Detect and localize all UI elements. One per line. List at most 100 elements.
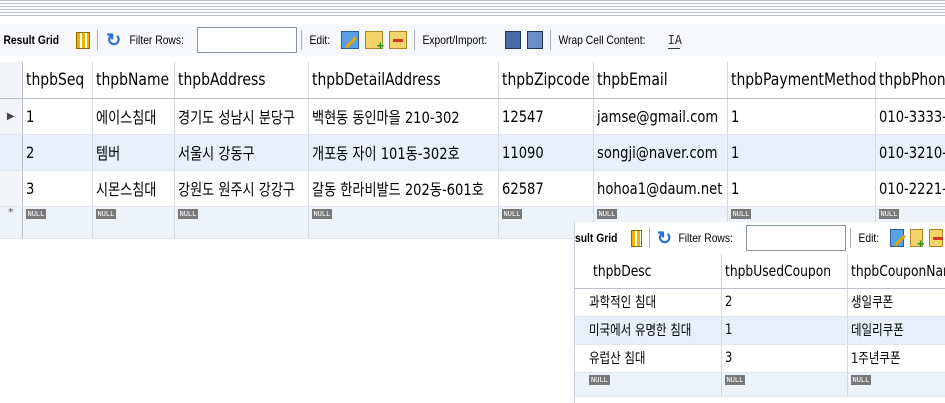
null-badge: NULL: [589, 374, 610, 385]
edit-label: Edit:: [858, 231, 880, 245]
table-cell[interactable]: NULL: [721, 372, 848, 397]
table-cell[interactable]: 010-3210-: [875, 134, 945, 171]
table-cell[interactable]: 강원도 원주시 강강구: [174, 170, 309, 207]
add-row-icon[interactable]: [909, 229, 924, 251]
column-header[interactable]: thpbEmail: [593, 62, 728, 99]
table-cell[interactable]: 서울시 강동구: [174, 134, 309, 171]
secondary-result-grid-table: thpbDesc thpbUsedCoupon thpbCouponName 과…: [575, 254, 945, 397]
toolbar-separator: [850, 228, 851, 248]
table-cell[interactable]: 템버: [92, 134, 175, 171]
table-cell[interactable]: 갈동 한라비발드 202동-601호: [308, 170, 499, 207]
table-cell[interactable]: 과학적인 침대: [575, 288, 722, 317]
row-indicator[interactable]: [0, 134, 23, 171]
column-header[interactable]: thpbAddress: [174, 62, 309, 99]
grid-view-icon[interactable]: [75, 31, 90, 49]
export-import-label: Export/Import:: [422, 33, 488, 47]
export-icon[interactable]: [505, 31, 522, 49]
filter-rows-input[interactable]: [197, 27, 298, 53]
column-header[interactable]: thpbPaymentMethod: [727, 62, 876, 99]
table-cell[interactable]: 1주년쿠폰: [847, 344, 945, 373]
table-cell[interactable]: 2: [721, 288, 848, 317]
wrap-cell-content-label: Wrap Cell Content:: [558, 33, 646, 47]
column-header[interactable]: thpbUsedCoupon: [721, 254, 848, 289]
column-header[interactable]: thpbName: [92, 62, 175, 99]
import-icon[interactable]: [527, 31, 544, 49]
table-cell[interactable]: 2: [22, 134, 93, 171]
table-cell[interactable]: songji@naver.com: [593, 134, 728, 171]
table-cell[interactable]: 1: [22, 98, 93, 135]
toolbar-separator: [550, 30, 552, 50]
filter-rows-input[interactable]: [746, 225, 847, 251]
toolbar-separator: [96, 30, 98, 50]
table-cell[interactable]: 3: [721, 344, 848, 373]
refresh-icon[interactable]: ↻: [105, 31, 123, 49]
null-badge: NULL: [95, 208, 117, 219]
table-cell[interactable]: 62587: [498, 170, 594, 207]
table-cell[interactable]: 1: [727, 98, 876, 135]
table-cell[interactable]: NULL: [22, 206, 93, 239]
column-header[interactable]: thpbPhone: [875, 62, 945, 99]
column-header[interactable]: thpbSeq: [22, 62, 93, 99]
new-row-indicator[interactable]: *: [0, 206, 23, 239]
table-cell[interactable]: 미국에서 유명한 침대: [575, 316, 722, 345]
table-cell[interactable]: 데일리쿠폰: [847, 316, 945, 345]
table-cell[interactable]: 생일쿠폰: [847, 288, 945, 317]
edit-current-row-icon[interactable]: [341, 31, 360, 49]
table-cell[interactable]: hohoa1@daum.net: [593, 170, 728, 207]
new-row[interactable]: NULL NULL NULL: [575, 372, 945, 397]
null-badge: NULL: [501, 208, 523, 219]
null-badge: NULL: [311, 208, 333, 219]
current-row-indicator[interactable]: ▶: [0, 98, 23, 135]
table-cell[interactable]: 1: [727, 170, 876, 207]
null-badge: NULL: [25, 208, 47, 219]
table-cell[interactable]: NULL: [92, 206, 175, 239]
column-header[interactable]: thpbCouponName: [847, 254, 945, 289]
table-row[interactable]: 3 시몬스침대 강원도 원주시 강강구 갈동 한라비발드 202동-601호 6…: [0, 170, 945, 207]
table-row[interactable]: 2 템버 서울시 강동구 개포동 자이 101동-302호 11090 song…: [0, 134, 945, 171]
table-cell[interactable]: 010-3333-: [875, 98, 945, 135]
refresh-icon[interactable]: ↻: [657, 229, 672, 247]
delete-row-icon[interactable]: [929, 229, 944, 247]
table-cell[interactable]: 010-2221-: [875, 170, 945, 207]
edit-current-row-icon[interactable]: [890, 229, 904, 247]
table-row[interactable]: 유럽산 침대 3 1주년쿠폰: [575, 344, 945, 373]
row-indicator[interactable]: [0, 170, 23, 207]
table-cell[interactable]: 11090: [498, 134, 594, 171]
table-cell[interactable]: jamse@gmail.com: [593, 98, 728, 135]
header-row: thpbDesc thpbUsedCoupon thpbCouponName: [575, 254, 945, 289]
table-row[interactable]: ▶ 1 에이스침대 경기도 성남시 분당구 백현동 동인마을 210-302 1…: [0, 98, 945, 135]
table-cell[interactable]: NULL: [308, 206, 499, 239]
header-row: thpbSeq thpbName thpbAddress thpbDetailA…: [0, 62, 945, 99]
column-header[interactable]: thpbDesc: [575, 254, 722, 289]
table-cell[interactable]: NULL: [575, 372, 722, 397]
row-indicator-header: [0, 62, 23, 99]
table-cell[interactable]: 백현동 동인마을 210-302: [308, 98, 499, 135]
null-badge: NULL: [878, 208, 900, 219]
filter-rows-label: Filter Rows:: [678, 231, 733, 245]
table-row[interactable]: 미국에서 유명한 침대 1 데일리쿠폰: [575, 316, 945, 345]
table-cell[interactable]: 유럽산 침대: [575, 344, 722, 373]
toolbar-separator: [649, 228, 650, 248]
result-grid-table: thpbSeq thpbName thpbAddress thpbDetailA…: [0, 62, 945, 239]
null-badge: NULL: [724, 374, 746, 385]
column-header[interactable]: thpbZipcode: [498, 62, 594, 99]
table-cell[interactable]: NULL: [174, 206, 309, 239]
table-cell[interactable]: NULL: [847, 372, 945, 397]
table-cell[interactable]: 1: [721, 316, 848, 345]
toolbar-separator: [301, 30, 303, 50]
table-cell[interactable]: 1: [727, 134, 876, 171]
wrap-cell-content-icon[interactable]: IA: [667, 31, 682, 49]
table-row[interactable]: 과학적인 침대 2 생일쿠폰: [575, 288, 945, 317]
add-row-icon[interactable]: [365, 31, 384, 53]
filter-rows-label: Filter Rows:: [129, 33, 184, 47]
result-grid-label: sult Grid: [575, 231, 618, 245]
table-cell[interactable]: 3: [22, 170, 93, 207]
table-cell[interactable]: 12547: [498, 98, 594, 135]
table-cell[interactable]: 개포동 자이 101동-302호: [308, 134, 499, 171]
delete-row-icon[interactable]: [389, 31, 408, 49]
grid-view-icon[interactable]: [631, 229, 643, 247]
table-cell[interactable]: 에이스침대: [92, 98, 175, 135]
table-cell[interactable]: 경기도 성남시 분당구: [174, 98, 309, 135]
table-cell[interactable]: 시몬스침대: [92, 170, 175, 207]
column-header[interactable]: thpbDetailAddress: [308, 62, 499, 99]
